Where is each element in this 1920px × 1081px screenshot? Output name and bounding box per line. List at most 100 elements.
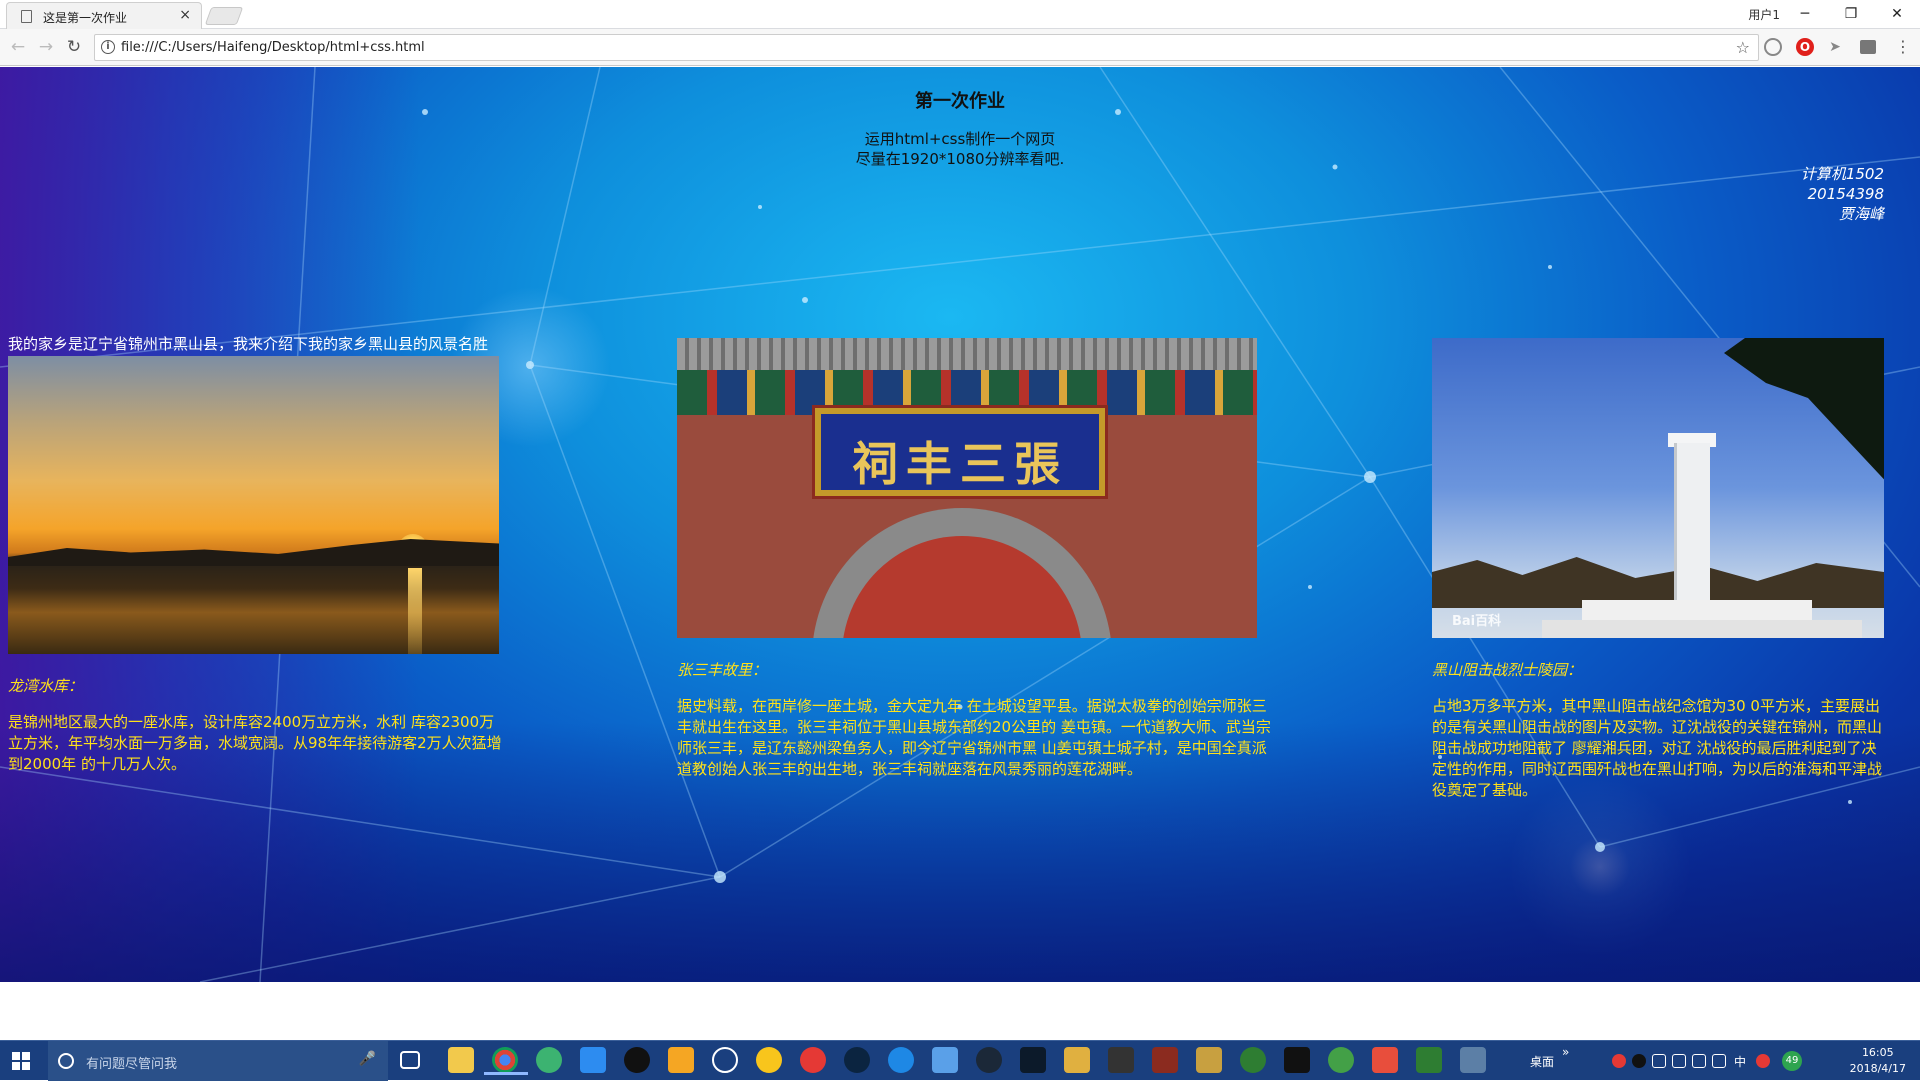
reservoir-photo (8, 356, 499, 654)
cortana-search-box[interactable]: 有问题尽管问我 🎤 (48, 1041, 388, 1081)
spot-description: 占地3万多平方米，其中黑山阻击战纪念馆为30 0平方米，主要展出的是有关黑山阻击… (1432, 697, 1883, 799)
battery-icon[interactable] (1672, 1054, 1686, 1068)
hills-shape (8, 539, 499, 566)
back-button[interactable]: ← (8, 37, 28, 57)
profile-button[interactable]: 用户1 (1748, 6, 1780, 23)
search-placeholder: 有问题尽管问我 (86, 1057, 178, 1072)
reload-button[interactable]: ↻ (64, 37, 84, 57)
trees-shape (1432, 557, 1884, 608)
page-content: 第一次作业 运用html+css制作一个网页 尽量在1920*1080分辨率看吧… (0, 67, 1920, 982)
page-intro: 运用html+css制作一个网页 尽量在1920*1080分辨率看吧. (0, 129, 1920, 169)
clock-date: 2018/4/17 (1849, 1062, 1906, 1075)
restore-button[interactable]: ❐ (1828, 2, 1874, 26)
app-icon[interactable] (1064, 1047, 1090, 1073)
tray-app-icon[interactable] (1756, 1054, 1770, 1068)
browser-tab[interactable]: 这是第一次作业 × (6, 2, 202, 29)
show-hidden-icons-icon[interactable] (1592, 1054, 1606, 1068)
address-toolbar: ← → ↻ i file:///C:/Users/Haifeng/Desktop… (0, 29, 1920, 66)
file-explorer-icon[interactable] (448, 1047, 474, 1073)
app-icon[interactable] (756, 1047, 782, 1073)
page-heading: 第一次作业 (915, 91, 1005, 112)
roof-tiles-shape (677, 338, 1257, 370)
temple-photo: 祠丰三張 (677, 338, 1257, 638)
watermark-text: Bai百科 (1452, 614, 1502, 629)
desktop-toolbar-label[interactable]: 桌面 (1530, 1053, 1554, 1070)
app-icon[interactable] (668, 1047, 694, 1073)
author-name: 贾海峰 (1838, 205, 1884, 223)
spot-description: 是锦州地区最大的一座水库，设计库容2400万立方米，水利 库容2300万立方米，… (8, 713, 502, 773)
game-icon[interactable] (1196, 1047, 1222, 1073)
browser-tab-bar: 这是第一次作业 × 用户1 ─ ❐ ✕ (0, 0, 1920, 29)
page-icon (21, 10, 32, 23)
task-view-icon[interactable] (400, 1051, 420, 1069)
chrome-icon[interactable] (492, 1047, 518, 1073)
minimize-button[interactable]: ─ (1782, 2, 1828, 26)
app-icon[interactable] (1020, 1047, 1046, 1073)
home-intro-text: 我的家乡是辽宁省锦州市黑山县，我来介绍下我的家乡黑山县的风景名胜 (8, 335, 489, 353)
system-tray: 桌面 » 中 49 16:05 2018/4/17 (1500, 1041, 1920, 1081)
app-icon[interactable] (932, 1047, 958, 1073)
microphone-icon[interactable]: 🎤 (359, 1051, 376, 1067)
app-icon[interactable] (1284, 1047, 1310, 1073)
url-text[interactable]: file:///C:/Users/Haifeng/Desktop/html+cs… (121, 40, 425, 55)
game-icon[interactable] (1152, 1047, 1178, 1073)
volume-icon[interactable] (1652, 1054, 1666, 1068)
action-center-icon[interactable] (1712, 1054, 1726, 1068)
tray-app-icon[interactable] (1612, 1054, 1626, 1068)
pine-branch-shape (1724, 338, 1884, 488)
intro-line: 运用html+css制作一个网页 (864, 130, 1056, 148)
cast-extension-icon[interactable] (1860, 40, 1876, 54)
spreadsheet-icon[interactable] (1416, 1047, 1442, 1073)
qq-tray-icon[interactable] (1632, 1054, 1646, 1068)
extension-circle-icon[interactable] (1764, 38, 1782, 56)
opera-extension-icon[interactable]: O (1796, 38, 1814, 56)
sun-reflection-shape (408, 568, 422, 654)
bookmark-star-icon[interactable]: ☆ (1736, 38, 1750, 57)
page-blank-area (0, 982, 1920, 1040)
plaque-text: 祠丰三張 (852, 437, 1068, 491)
tab-title: 这是第一次作业 (43, 11, 128, 25)
browser-360-icon[interactable] (536, 1047, 562, 1073)
menu-icon[interactable]: ⋮ (1894, 38, 1912, 56)
author-info: 计算机1502 20154398 贾海峰 (1801, 164, 1884, 224)
app-icon[interactable] (580, 1047, 606, 1073)
author-id: 20154398 (1807, 185, 1884, 203)
spot-title: 张三丰故里： (677, 661, 768, 679)
monument-steps-shape (1542, 620, 1862, 638)
info-icon[interactable]: i (101, 40, 115, 54)
spot-title: 黑山阻击战烈士陵园： (1432, 661, 1583, 679)
toolbar-expand-icon[interactable]: » (1562, 1045, 1569, 1059)
app-icon[interactable] (1240, 1047, 1266, 1073)
steam-icon[interactable] (976, 1047, 1002, 1073)
windows-taskbar: 有问题尽管问我 🎤 桌面 » 中 49 16:05 2018/4/17 (0, 1040, 1920, 1081)
forward-button[interactable]: → (36, 37, 56, 57)
app-icon[interactable] (1460, 1047, 1486, 1073)
memorial-photo: Bai百科 (1432, 338, 1884, 638)
ime-indicator[interactable]: 中 (1734, 1053, 1746, 1070)
clock-time: 16:05 (1861, 1046, 1894, 1059)
new-tab-button[interactable] (204, 7, 244, 25)
active-app-indicator (484, 1072, 528, 1075)
start-button[interactable] (12, 1052, 30, 1070)
system-clock[interactable]: 16:05 2018/4/17 (1850, 1045, 1906, 1077)
author-class: 计算机1502 (1800, 165, 1884, 183)
edge-icon[interactable] (888, 1047, 914, 1073)
monument-shape (1674, 443, 1710, 608)
spot-description: 据史料载，在西岸修一座土城，金大定九年 在土城设望平县。据说太极拳的创始宗师张三… (677, 697, 1271, 778)
app-icon[interactable] (1108, 1047, 1134, 1073)
intro-line: 尽量在1920*1080分辨率看吧. (855, 150, 1065, 168)
spot-title: 龙湾水库： (8, 677, 84, 695)
close-window-button[interactable]: ✕ (1874, 2, 1920, 26)
kugou-icon[interactable] (712, 1047, 738, 1073)
netease-music-icon[interactable] (800, 1047, 826, 1073)
url-bar[interactable]: i file:///C:/Users/Haifeng/Desktop/html+… (94, 34, 1759, 61)
temple-plaque: 祠丰三張 (812, 405, 1108, 499)
network-icon[interactable] (1692, 1054, 1706, 1068)
video-player-icon[interactable] (1372, 1047, 1398, 1073)
app-icon[interactable] (1328, 1047, 1354, 1073)
qq-icon[interactable] (624, 1047, 650, 1073)
notification-badge[interactable]: 49 (1782, 1051, 1802, 1071)
app-icon[interactable] (844, 1047, 870, 1073)
tab-close-button[interactable]: × (179, 7, 191, 23)
cursor-extension-icon[interactable]: ➤ (1826, 38, 1844, 56)
